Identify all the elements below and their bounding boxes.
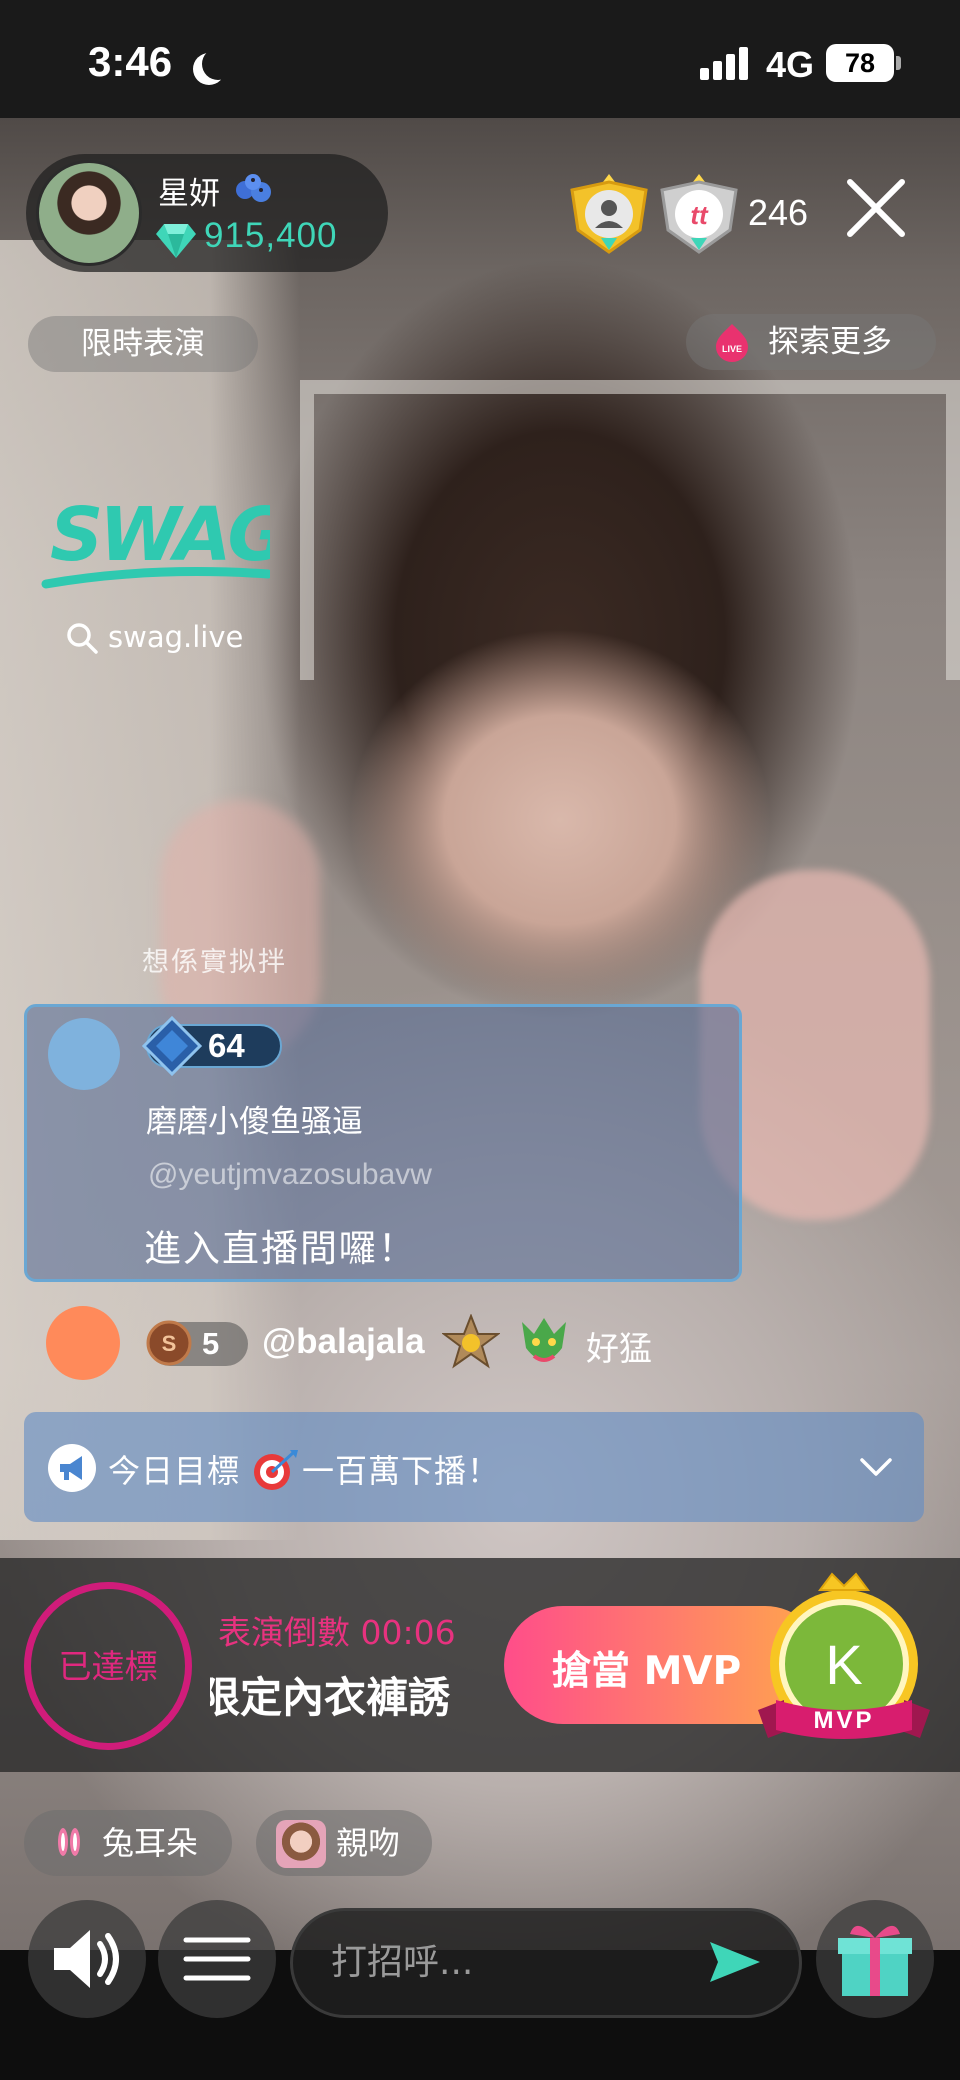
diamond-icon [156, 224, 196, 258]
medal-icon [442, 1314, 500, 1369]
chat-message-text: 好猛 [586, 1329, 652, 1368]
battery-icon: 78 [826, 44, 894, 82]
svg-text:SWAG: SWAG [50, 492, 270, 578]
sound-button[interactable] [28, 1900, 146, 2018]
blueberry-icon [236, 174, 271, 202]
join-user-handle: @yeutjmvazosubavw [148, 1158, 432, 1191]
swag-logo: SWAG [41, 492, 270, 589]
viewer-count[interactable]: 246 [748, 192, 808, 234]
menu-icon [183, 1937, 251, 1981]
streamer-avatar[interactable] [36, 160, 142, 266]
coin-level-icon: S [146, 1320, 192, 1366]
svg-text:K: K [825, 1633, 862, 1696]
top-viewer-crown-icon[interactable] [566, 172, 652, 256]
level-diamond-icon [142, 1016, 202, 1076]
moon-icon [202, 48, 234, 80]
streamer-coin-count: 915,400 [204, 216, 338, 255]
signal-icon [700, 46, 750, 80]
grab-mvp-label: 搶當 MVP [552, 1649, 742, 1694]
performance-title-marquee: 限定內衣褲誘 [210, 1664, 482, 1724]
chevron-down-icon[interactable] [858, 1452, 894, 1480]
battery-tip [896, 56, 901, 70]
level-number: 64 [208, 1027, 245, 1064]
achieved-label: 已達標 [58, 1647, 158, 1686]
goal-text-after: 一百萬下播！ [302, 1452, 501, 1490]
video-background-window [300, 380, 960, 680]
chat-username[interactable]: @balajala [262, 1322, 425, 1362]
faded-caption: 想係實拟拌 [142, 947, 287, 978]
join-message-text: 進入直播間囉！ [144, 1227, 417, 1270]
speaker-icon [54, 1930, 119, 1988]
avatar[interactable] [46, 1306, 120, 1380]
performance-title: 限定內衣褲誘 [210, 1673, 451, 1722]
gift-box-icon [838, 1925, 912, 1996]
limited-show-tag[interactable]: 限時表演 [28, 316, 258, 372]
svg-text:tt: tt [690, 200, 709, 230]
swag-site-label: swag.live [108, 620, 244, 654]
join-user-name[interactable]: 磨磨小傻鱼骚逼 [146, 1096, 363, 1141]
streamer-name: 星妍 [158, 176, 220, 212]
svg-text:LIVE: LIVE [722, 344, 742, 354]
target-icon [254, 1450, 298, 1490]
svg-text:MVP: MVP [813, 1707, 874, 1734]
avatar[interactable] [48, 1018, 120, 1090]
goal-text-before: 今日目標 [108, 1452, 241, 1490]
top-viewer-silver-icon[interactable]: tt [656, 172, 742, 256]
status-time: 3:46 [88, 38, 173, 85]
network-label: 4G [766, 44, 815, 85]
kiss-icon [276, 1820, 326, 1868]
mvp-crown-icon[interactable]: K MVP [754, 1572, 934, 1752]
send-icon[interactable] [708, 1938, 762, 1986]
dragon-icon [522, 1318, 566, 1362]
gift-button[interactable] [816, 1900, 934, 2018]
chat-level-number: 5 [202, 1326, 220, 1361]
menu-button[interactable] [158, 1900, 276, 2018]
svg-text:S: S [162, 1331, 177, 1356]
performance-countdown: 表演倒數 00:06 [218, 1613, 456, 1652]
live-icon: LIVE [716, 324, 748, 362]
close-icon[interactable] [844, 176, 908, 240]
megaphone-icon [48, 1444, 96, 1492]
rabbit-icon [58, 1828, 80, 1856]
